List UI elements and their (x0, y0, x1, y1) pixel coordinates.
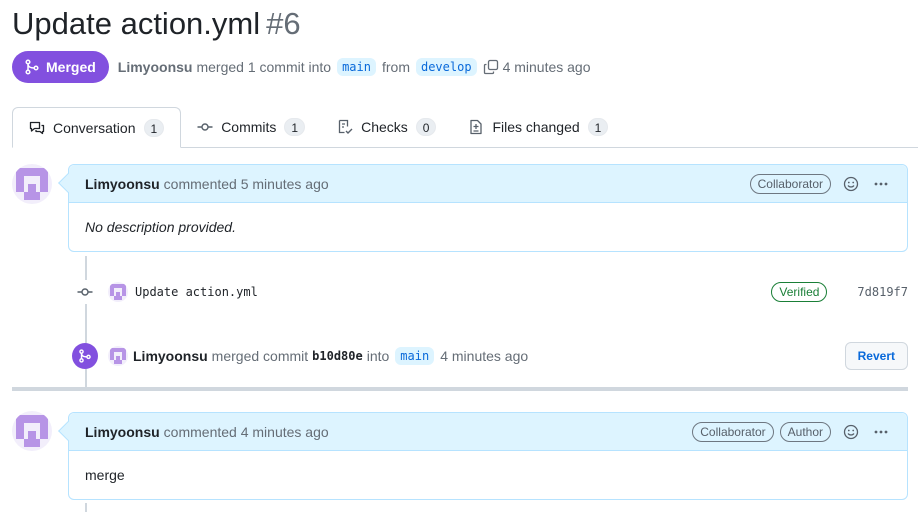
state-label: Merged (46, 59, 96, 75)
copy-icon[interactable] (483, 59, 499, 75)
merge-text: merged commit (211, 348, 309, 364)
pr-title: Update action.yml #6 (12, 4, 301, 44)
head-branch-link[interactable]: develop (415, 58, 477, 76)
checklist-icon (338, 119, 353, 134)
tab-label: Checks (361, 119, 408, 135)
into-text: into (366, 348, 390, 364)
pr-title-text: Update action.yml (12, 6, 261, 41)
comment-box: Limyoonsu commented 5 minutes ago Collab… (58, 164, 908, 252)
comment-header: Limyoonsu commented 4 minutes ago Collab… (69, 413, 907, 451)
comment-discussion-icon (29, 121, 45, 134)
kebab-menu-icon[interactable] (871, 422, 891, 442)
pr-meta: Merged Limyoonsu merged 1 commit into ma… (12, 51, 591, 83)
commit-icon (76, 280, 94, 304)
verified-badge[interactable]: Verified (771, 282, 828, 302)
comment-author-link[interactable]: Limyoonsu (85, 424, 160, 440)
pr-tabs: Conversation 1 Commits 1 Checks 0 Files … (12, 107, 918, 148)
tab-counter: 1 (143, 118, 165, 137)
smiley-icon[interactable] (841, 174, 861, 194)
author-label: Author (779, 421, 831, 442)
merge-author-link[interactable]: Limyoonsu (133, 348, 208, 364)
avatar[interactable] (12, 411, 52, 451)
commit-row: Update action.yml Verified 7d819f7 (76, 280, 908, 304)
smiley-icon[interactable] (841, 422, 861, 442)
tab-counter: 0 (415, 118, 437, 136)
tab-counter: 1 (284, 118, 306, 136)
merge-summary: merged 1 commit into (196, 59, 332, 75)
collaborator-label: Collaborator (692, 421, 774, 442)
timeline-line (85, 503, 87, 512)
commit-message-link[interactable]: Update action.yml (135, 285, 258, 299)
pr-time: 4 minutes ago (502, 59, 591, 75)
pr-author-link[interactable]: Limyoonsu (118, 59, 193, 75)
tab-label: Commits (221, 119, 277, 135)
tab-conversation[interactable]: Conversation 1 (12, 107, 182, 148)
tab-checks[interactable]: Checks 0 (321, 107, 452, 147)
avatar[interactable] (12, 164, 52, 204)
revert-button[interactable]: Revert (844, 342, 908, 370)
avatar[interactable] (108, 346, 128, 366)
kebab-menu-icon[interactable] (871, 174, 891, 194)
file-diff-icon (470, 119, 483, 135)
comment-header: Limyoonsu commented 5 minutes ago Collab… (69, 165, 907, 203)
comment-box: Limyoonsu commented 4 minutes ago Collab… (58, 412, 908, 500)
tab-counter: 1 (587, 118, 609, 136)
base-branch-link[interactable]: main (337, 58, 376, 76)
merge-event: Limyoonsu merged commit b10d80e into mai… (72, 342, 908, 370)
avatar[interactable] (108, 282, 128, 302)
merge-branch-link[interactable]: main (395, 347, 435, 365)
pr-number: #6 (266, 6, 301, 41)
from-text: from (381, 59, 410, 75)
comment-body: No description provided. (85, 219, 236, 235)
comment-body: merge (85, 467, 125, 483)
merge-commit-sha-link[interactable]: b10d80e (312, 349, 363, 363)
comment-author-link[interactable]: Limyoonsu (85, 176, 160, 192)
comment-timestamp[interactable]: commented 4 minutes ago (164, 424, 329, 440)
timeline-divider (12, 387, 908, 391)
collaborator-label: Collaborator (749, 173, 831, 194)
tab-label: Files changed (492, 119, 580, 135)
comment-timestamp[interactable]: commented 5 minutes ago (164, 176, 329, 192)
merge-time[interactable]: 4 minutes ago (440, 348, 528, 364)
tab-files-changed[interactable]: Files changed 1 (452, 107, 624, 147)
git-merge-icon (25, 59, 39, 75)
commit-sha-link[interactable]: 7d819f7 (857, 285, 908, 299)
tab-commits[interactable]: Commits 1 (181, 107, 321, 147)
git-merge-icon (72, 343, 98, 369)
merged-state-badge: Merged (12, 51, 109, 83)
commit-icon (197, 123, 213, 131)
tab-label: Conversation (53, 119, 136, 136)
